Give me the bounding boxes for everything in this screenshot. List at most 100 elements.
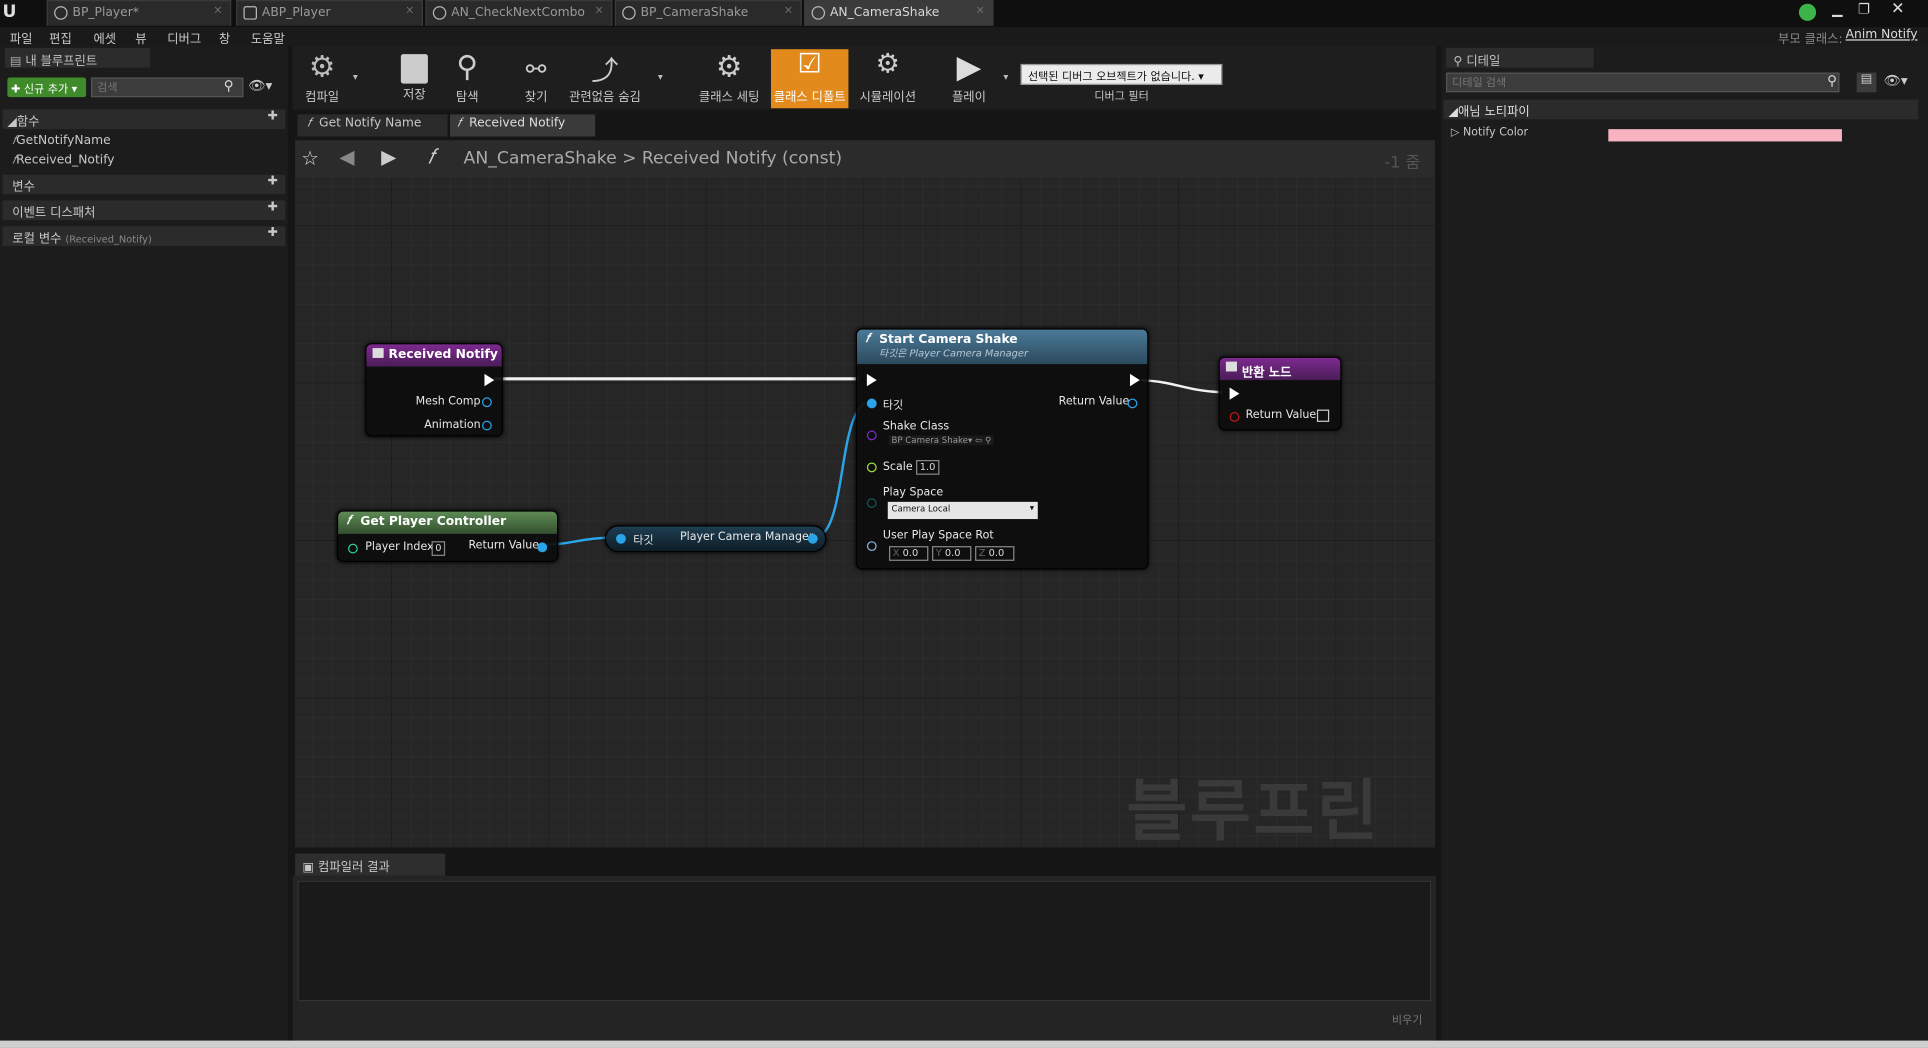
close-icon[interactable]: × <box>213 5 222 17</box>
rot-y-field[interactable]: Y 0.0 <box>932 546 972 561</box>
source-control-icon[interactable] <box>1798 3 1817 21</box>
close-icon[interactable]: × <box>976 5 985 17</box>
play-space-pin[interactable] <box>866 498 877 508</box>
exec-out-pin[interactable] <box>1130 373 1140 387</box>
close-window-button[interactable]: ✕ <box>1891 0 1904 18</box>
exec-in-pin[interactable] <box>1229 387 1240 400</box>
player-index-pin[interactable] <box>347 543 358 554</box>
get-player-controller-node[interactable]: 𝑓 Get Player Controller Player Index 0 Re… <box>336 510 559 563</box>
notify-color-swatch[interactable] <box>1608 129 1842 142</box>
parent-class-link[interactable]: Anim Notify <box>1846 28 1918 42</box>
menu-window[interactable]: 창 <box>219 28 230 47</box>
minimize-button[interactable]: ▁ <box>1832 1 1842 17</box>
return-value-pin[interactable] <box>537 542 548 553</box>
breadcrumb-function[interactable]: Received Notify (const) <box>642 149 842 169</box>
return-value-pin[interactable] <box>1127 398 1138 409</box>
shake-class-select[interactable]: BP Camera Shake▾ ⇦ ⚲ <box>889 435 994 446</box>
scale-field[interactable]: 1.0 <box>916 460 940 475</box>
close-icon[interactable]: × <box>784 5 793 17</box>
add-variable-icon[interactable]: ✚ <box>268 175 278 189</box>
back-arrow-icon[interactable]: ◀ <box>339 145 354 168</box>
use-arrow-icon[interactable]: ⇦ <box>975 435 982 445</box>
search-icon[interactable]: ⚲ <box>224 77 234 93</box>
compile-options-dropdown[interactable]: ▾ <box>353 71 358 82</box>
shake-class-pin[interactable] <box>866 430 877 441</box>
received-notify-node[interactable]: Received Notify Mesh Comp Animation <box>365 343 503 437</box>
menu-edit[interactable]: 편집 <box>49 28 72 47</box>
functions-section[interactable]: ◢함수 ✚ <box>2 109 286 130</box>
graph-tab-get-notify-name[interactable]: 𝑓 Get Notify Name <box>297 114 448 137</box>
play-options-dropdown[interactable]: ▾ <box>1003 71 1008 82</box>
variables-section[interactable]: 변수 ✚ <box>2 174 286 195</box>
camera-manager-out-pin[interactable] <box>807 533 818 544</box>
graph-tab-received-notify[interactable]: 𝑓 Received Notify <box>450 114 596 137</box>
eye-icon[interactable]: 👁▾ <box>248 77 272 93</box>
save-button[interactable]: 저장 <box>393 49 435 108</box>
menu-asset[interactable]: 에셋 <box>93 28 116 47</box>
add-local-var-icon[interactable]: ✚ <box>268 226 278 240</box>
menu-debug[interactable]: 디버그 <box>167 28 201 47</box>
find-button[interactable]: ⚯ 찾기 <box>514 49 558 108</box>
scale-pin[interactable] <box>866 462 877 473</box>
dispatchers-section[interactable]: 이벤트 디스패처 ✚ <box>2 200 286 221</box>
play-button[interactable]: ▶ 플레이 <box>944 49 993 108</box>
rot-x-field[interactable]: X 0.0 <box>889 546 929 561</box>
tab-bp-player[interactable]: BP_Player* × <box>46 0 232 26</box>
class-defaults-button[interactable]: ☑ 클래스 디폴트 <box>770 49 849 109</box>
return-value-pin[interactable] <box>1229 412 1240 422</box>
search-input[interactable] <box>90 77 244 98</box>
anim-notify-category[interactable]: ◢애님 노티파이 <box>1443 99 1919 120</box>
add-function-icon[interactable]: ✚ <box>268 109 278 123</box>
close-icon[interactable]: × <box>405 5 414 17</box>
tab-abp-player[interactable]: ABP_Player × <box>236 0 423 26</box>
mesh-comp-pin[interactable] <box>482 397 492 408</box>
unreal-logo-icon[interactable]: U <box>2 2 24 24</box>
list-view-icon[interactable]: ▤ <box>1856 72 1877 93</box>
animation-pin[interactable] <box>482 420 492 431</box>
return-node[interactable]: 반환 노드 Return Value <box>1218 356 1342 431</box>
search-icon[interactable]: ⚲ <box>1827 73 1837 89</box>
details-tab[interactable]: ⚲ 디테일 <box>1446 47 1594 69</box>
hide-unrelated-button[interactable]: ⤴ 관련없음 숨김 <box>568 49 642 108</box>
player-camera-manager-node[interactable]: 타깃 Player Camera Manager <box>604 525 827 553</box>
menu-help[interactable]: 도움말 <box>251 28 285 47</box>
debug-object-select[interactable]: 선택된 디버그 오브젝트가 없습니다. ▾ <box>1020 63 1223 85</box>
blueprint-graph[interactable]: 블루프린트 Received Notify Mesh Comp Animatio… <box>295 178 1435 848</box>
forward-arrow-icon[interactable]: ▶ <box>381 145 396 168</box>
exec-in-pin[interactable] <box>866 373 877 387</box>
play-space-select[interactable]: Camera Local ▾ <box>887 501 1038 520</box>
user-play-space-rot-pin[interactable] <box>866 541 877 552</box>
player-index-field[interactable]: 0 <box>431 541 446 556</box>
browse-button[interactable]: ⚲ 탐색 <box>445 49 489 108</box>
tab-bp-camerashake[interactable]: BP_CameraShake × <box>614 0 802 26</box>
start-camera-shake-node[interactable]: 𝑓 Start Camera Shake 타깃은 Player Camera Man… <box>855 328 1149 570</box>
menu-file[interactable]: 파일 <box>10 28 33 47</box>
tab-an-checknextcombo[interactable]: AN_CheckNextCombo × <box>425 0 613 26</box>
menu-view[interactable]: 뷰 <box>135 28 146 47</box>
local-vars-section[interactable]: 로컬 변수 (Received_Notify) ✚ <box>2 226 286 246</box>
target-pin[interactable] <box>866 398 877 409</box>
tab-an-camerashake[interactable]: AN_CameraShake × <box>804 0 994 26</box>
eye-icon[interactable]: 👁▾ <box>1884 73 1908 89</box>
clear-button[interactable]: 비우기 <box>1392 1011 1423 1027</box>
browse-icon[interactable]: ⚲ <box>985 435 991 445</box>
close-icon[interactable]: × <box>594 5 603 17</box>
exec-out-pin[interactable] <box>484 373 495 387</box>
panel-tab[interactable]: ▤ 내 블루프린트 <box>4 47 151 69</box>
breadcrumb-blueprint[interactable]: AN_CameraShake <box>464 149 617 169</box>
hide-unrelated-dropdown[interactable]: ▾ <box>658 71 663 82</box>
add-new-button[interactable]: ✚ 신규 추가 ▾ <box>7 77 87 98</box>
simulation-button[interactable]: ⚙ 시뮬레이션 <box>856 49 920 108</box>
function-item[interactable]: 𝑓GetNotifyName <box>12 134 110 148</box>
class-settings-button[interactable]: ⚙ 클래스 세팅 <box>696 49 762 108</box>
target-pin[interactable] <box>616 533 626 544</box>
details-search-input[interactable] <box>1446 72 1840 93</box>
rot-z-field[interactable]: Z 0.0 <box>975 546 1015 561</box>
function-item[interactable]: 𝑓Received_Notify <box>12 154 114 168</box>
return-value-checkbox[interactable] <box>1316 409 1330 422</box>
compiler-results-tab[interactable]: ▣ 컴파일러 결과 <box>295 853 446 876</box>
compile-button[interactable]: ⚙ 컴파일 <box>298 49 347 108</box>
add-dispatcher-icon[interactable]: ✚ <box>268 200 278 214</box>
maximize-button[interactable]: ❐ <box>1858 1 1870 17</box>
favorite-star-icon[interactable]: ☆ <box>301 146 319 169</box>
